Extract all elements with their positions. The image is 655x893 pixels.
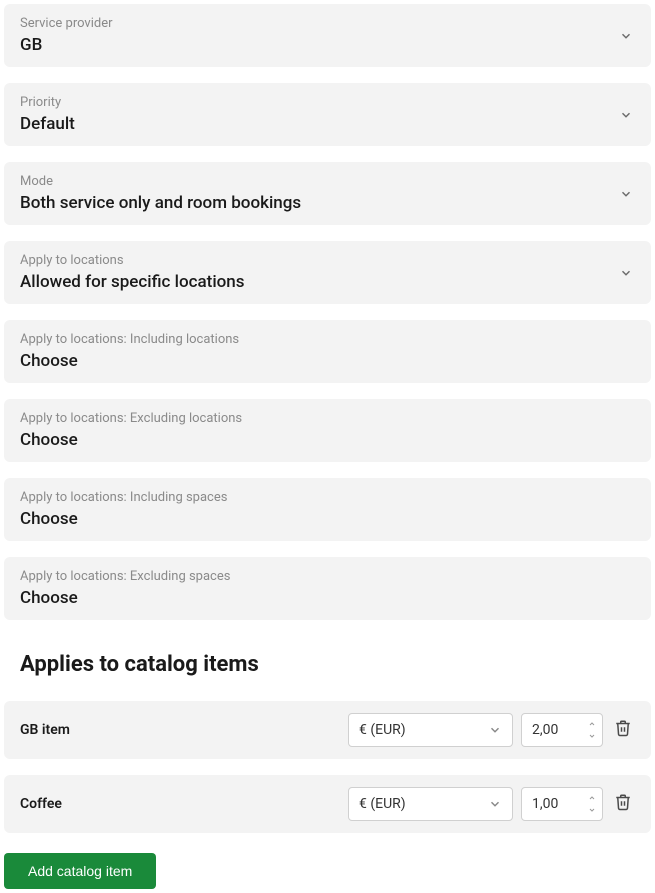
including-spaces-dropdown[interactable]: Apply to locations: Including spaces Cho… [4, 478, 651, 541]
chevron-down-icon [619, 187, 633, 201]
chevron-down-icon [619, 266, 633, 280]
price-input[interactable]: 2,00 [521, 713, 603, 747]
catalog-item-name: GB item [20, 722, 340, 738]
excluding-locations-dropdown[interactable]: Apply to locations: Excluding locations … [4, 399, 651, 462]
chevron-down-icon [619, 108, 633, 122]
catalog-item-name: Coffee [20, 796, 340, 812]
mode-value: Both service only and room bookings [20, 193, 635, 213]
excluding-locations-value: Choose [20, 430, 635, 450]
trash-icon [614, 719, 632, 741]
including-spaces-label: Apply to locations: Including spaces [20, 490, 635, 505]
including-spaces-value: Choose [20, 509, 635, 529]
trash-icon [614, 793, 632, 815]
catalog-item-row: GB item € (EUR) 2,00 [4, 701, 651, 759]
stepper-up-icon[interactable] [586, 718, 598, 730]
apply-locations-dropdown[interactable]: Apply to locations Allowed for specific … [4, 241, 651, 304]
chevron-down-icon [488, 723, 502, 737]
stepper-down-icon[interactable] [586, 730, 598, 742]
priority-label: Priority [20, 95, 635, 110]
apply-locations-label: Apply to locations [20, 253, 635, 268]
currency-value: € (EUR) [359, 722, 406, 738]
catalog-items-heading: Applies to catalog items [20, 652, 651, 677]
service-provider-label: Service provider [20, 16, 635, 31]
chevron-down-icon [619, 29, 633, 43]
price-value: 2,00 [532, 722, 558, 738]
service-provider-value: GB [20, 35, 635, 55]
mode-dropdown[interactable]: Mode Both service only and room bookings [4, 162, 651, 225]
stepper-down-icon[interactable] [586, 804, 598, 816]
currency-select[interactable]: € (EUR) [348, 787, 513, 821]
excluding-spaces-value: Choose [20, 588, 635, 608]
including-locations-value: Choose [20, 351, 635, 371]
chevron-down-icon [488, 797, 502, 811]
add-catalog-item-button[interactable]: Add catalog item [4, 853, 156, 889]
currency-value: € (EUR) [359, 796, 406, 812]
mode-label: Mode [20, 174, 635, 189]
priority-value: Default [20, 114, 635, 134]
apply-locations-value: Allowed for specific locations [20, 272, 635, 292]
excluding-spaces-label: Apply to locations: Excluding spaces [20, 569, 635, 584]
excluding-spaces-dropdown[interactable]: Apply to locations: Excluding spaces Cho… [4, 557, 651, 620]
price-value: 1,00 [532, 796, 558, 812]
price-input[interactable]: 1,00 [521, 787, 603, 821]
including-locations-dropdown[interactable]: Apply to locations: Including locations … [4, 320, 651, 383]
catalog-item-row: Coffee € (EUR) 1,00 [4, 775, 651, 833]
delete-button[interactable] [611, 718, 635, 742]
including-locations-label: Apply to locations: Including locations [20, 332, 635, 347]
stepper-up-icon[interactable] [586, 792, 598, 804]
service-provider-dropdown[interactable]: Service provider GB [4, 4, 651, 67]
excluding-locations-label: Apply to locations: Excluding locations [20, 411, 635, 426]
delete-button[interactable] [611, 792, 635, 816]
priority-dropdown[interactable]: Priority Default [4, 83, 651, 146]
currency-select[interactable]: € (EUR) [348, 713, 513, 747]
